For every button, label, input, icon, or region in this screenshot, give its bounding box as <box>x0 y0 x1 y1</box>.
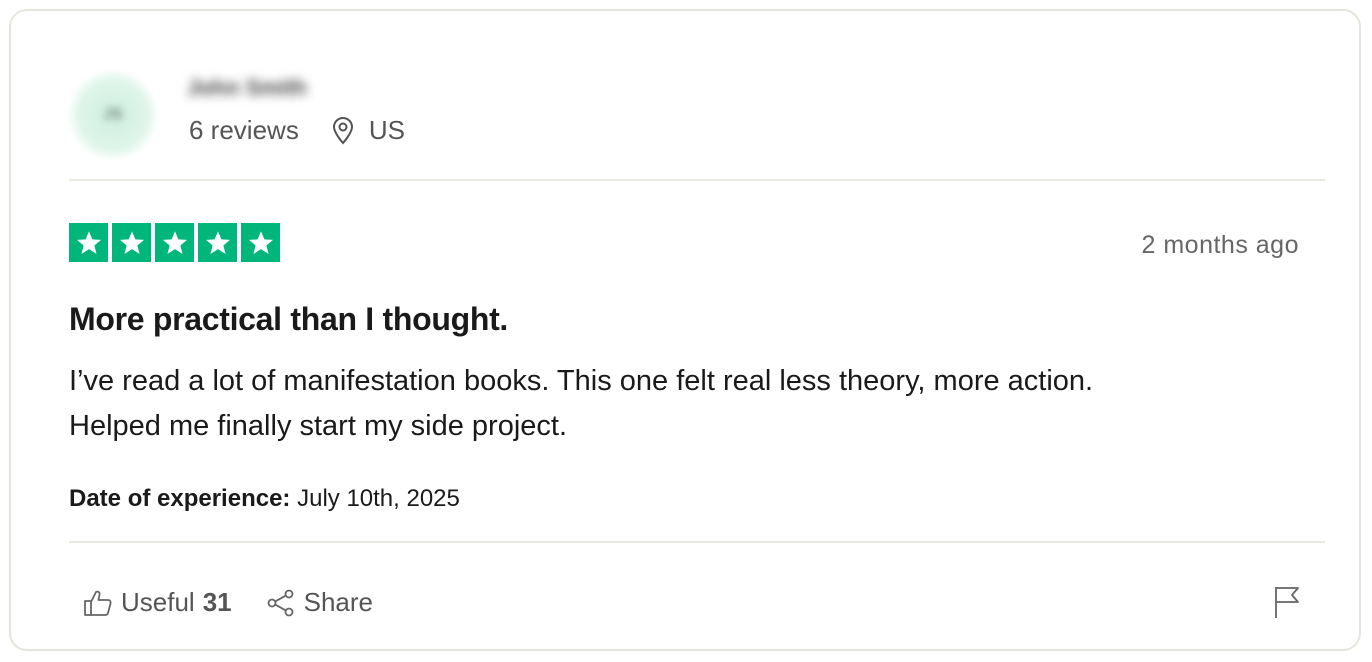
star-icon <box>241 223 280 262</box>
avatar[interactable]: JS <box>69 71 157 159</box>
review-title: More practical than I thought. <box>69 301 509 337</box>
useful-button[interactable]: Useful 31 <box>83 587 232 618</box>
reviews-count: 6 reviews <box>189 115 299 145</box>
thumbs-up-icon <box>84 590 112 616</box>
useful-count: 31 <box>202 587 232 617</box>
reviewer-meta: 6 reviews US <box>189 115 405 146</box>
review-actions: Useful 31 Share <box>83 587 373 618</box>
review-body: I’ve read a lot of manifestation books. … <box>69 359 1299 449</box>
share-button[interactable]: Share <box>266 587 373 618</box>
divider-top <box>69 179 1325 181</box>
country-label: US <box>368 115 405 145</box>
flag-icon <box>1275 587 1299 618</box>
review-card: JS John Smith 6 reviews US 2 months ago … <box>9 9 1361 651</box>
star-icon <box>112 223 151 262</box>
useful-label: Useful <box>121 587 195 617</box>
star-rating <box>69 223 280 262</box>
star-icon <box>69 223 108 262</box>
location-pin-icon <box>332 116 353 144</box>
divider-bottom <box>69 541 1325 543</box>
reviewer-location: US <box>331 115 405 146</box>
reviewer-name[interactable]: John Smith <box>187 75 307 101</box>
review-time-ago: 2 months ago <box>1141 231 1299 259</box>
experience-label: Date of experience: <box>69 485 291 512</box>
star-icon <box>198 223 237 262</box>
review-body-line: I’ve read a lot of manifestation books. … <box>69 365 1094 397</box>
share-label: Share <box>303 587 374 617</box>
star-icon <box>155 223 194 262</box>
date-of-experience: Date of experience: July 10th, 2025 <box>69 485 460 513</box>
report-flag-button[interactable] <box>1273 585 1301 624</box>
avatar-initials: JS <box>103 106 123 123</box>
share-icon <box>267 589 294 616</box>
experience-date: July 10th, 2025 <box>297 485 460 512</box>
review-body-line: Helped me finally start my side project. <box>69 410 568 442</box>
